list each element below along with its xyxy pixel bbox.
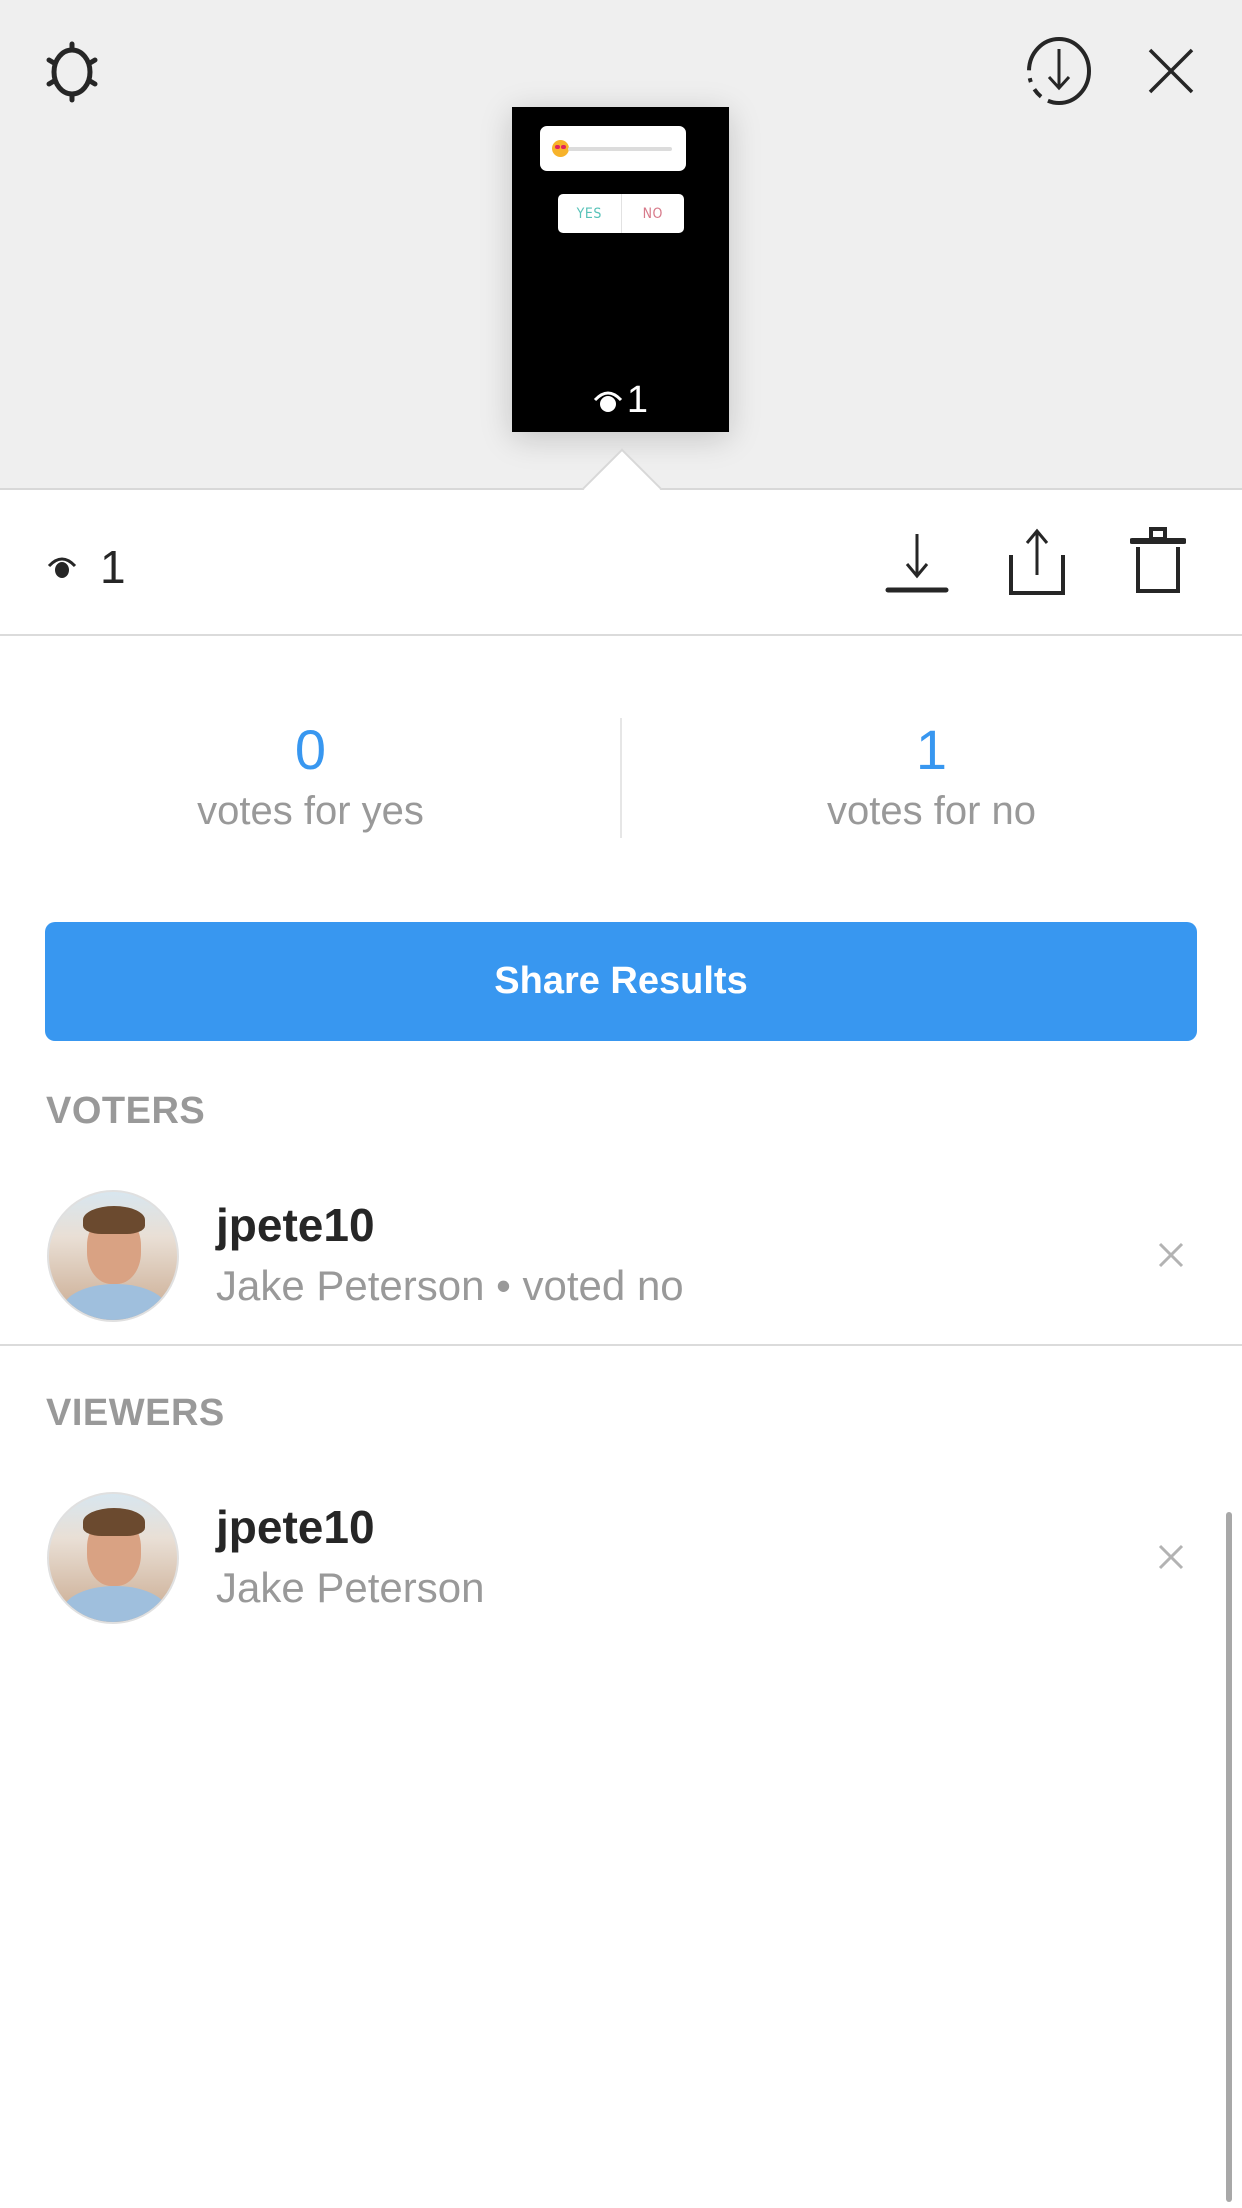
voter-list-item[interactable]: jpete10 Jake Peterson • voted no — [0, 1190, 1242, 1325]
download-button[interactable] — [880, 526, 954, 598]
poll-option-no: NO — [642, 205, 663, 222]
emoji-slider-sticker — [540, 126, 686, 171]
no-vote-count: 1 — [915, 718, 948, 781]
no-vote-label: votes for no — [826, 789, 1036, 833]
settings-button[interactable] — [36, 36, 108, 108]
poll-sticker: YES NO — [558, 194, 684, 233]
close-icon — [1148, 48, 1194, 94]
username[interactable]: jpete10 — [216, 1500, 375, 1554]
download-circle-icon — [1027, 37, 1091, 105]
viewer-list-item[interactable]: jpete10 Jake Peterson — [0, 1492, 1242, 1627]
no-results: 1 votes for no — [621, 718, 1242, 836]
thumbnail-view-count: 1 — [512, 379, 729, 422]
download-icon — [885, 534, 949, 593]
avatar[interactable] — [47, 1492, 179, 1624]
viewers-section-title: VIEWERS — [46, 1392, 225, 1434]
view-count[interactable]: 1 — [46, 540, 126, 594]
slider-track — [568, 147, 672, 151]
heart-eyes-emoji-icon — [552, 140, 569, 157]
close-button[interactable] — [1140, 40, 1202, 102]
voters-section-title: VOTERS — [46, 1090, 206, 1132]
poll-results: 0 votes for yes 1 votes for no — [0, 700, 1242, 850]
close-icon — [1158, 1242, 1184, 1268]
hide-voter-button[interactable] — [1156, 1230, 1196, 1280]
toolbar-divider — [0, 634, 1242, 636]
eye-icon — [593, 391, 623, 412]
gear-icon — [46, 41, 98, 103]
story-thumbnail[interactable]: YES NO 1 — [512, 107, 729, 432]
story-toolbar: 1 — [0, 490, 1242, 635]
section-divider — [0, 1344, 1242, 1346]
vote-detail: Jake Peterson • voted no — [216, 1262, 684, 1309]
avatar[interactable] — [47, 1190, 179, 1322]
close-icon — [1158, 1544, 1184, 1570]
share-icon — [1009, 528, 1065, 595]
hide-viewer-button[interactable] — [1156, 1532, 1196, 1582]
full-name: Jake Peterson — [216, 1564, 485, 1611]
yes-results: 0 votes for yes — [0, 718, 621, 836]
eye-icon — [47, 557, 77, 578]
trash-icon — [1130, 527, 1186, 593]
poll-option-yes: YES — [558, 194, 622, 233]
scrollbar[interactable] — [1226, 1512, 1232, 2202]
yes-vote-count: 0 — [294, 718, 327, 781]
save-story-button[interactable] — [1022, 32, 1096, 110]
delete-button[interactable] — [1126, 522, 1190, 600]
share-results-button[interactable]: Share Results — [45, 922, 1197, 1041]
yes-vote-label: votes for yes — [197, 789, 424, 833]
username[interactable]: jpete10 — [216, 1198, 375, 1252]
share-button[interactable] — [1002, 524, 1072, 600]
